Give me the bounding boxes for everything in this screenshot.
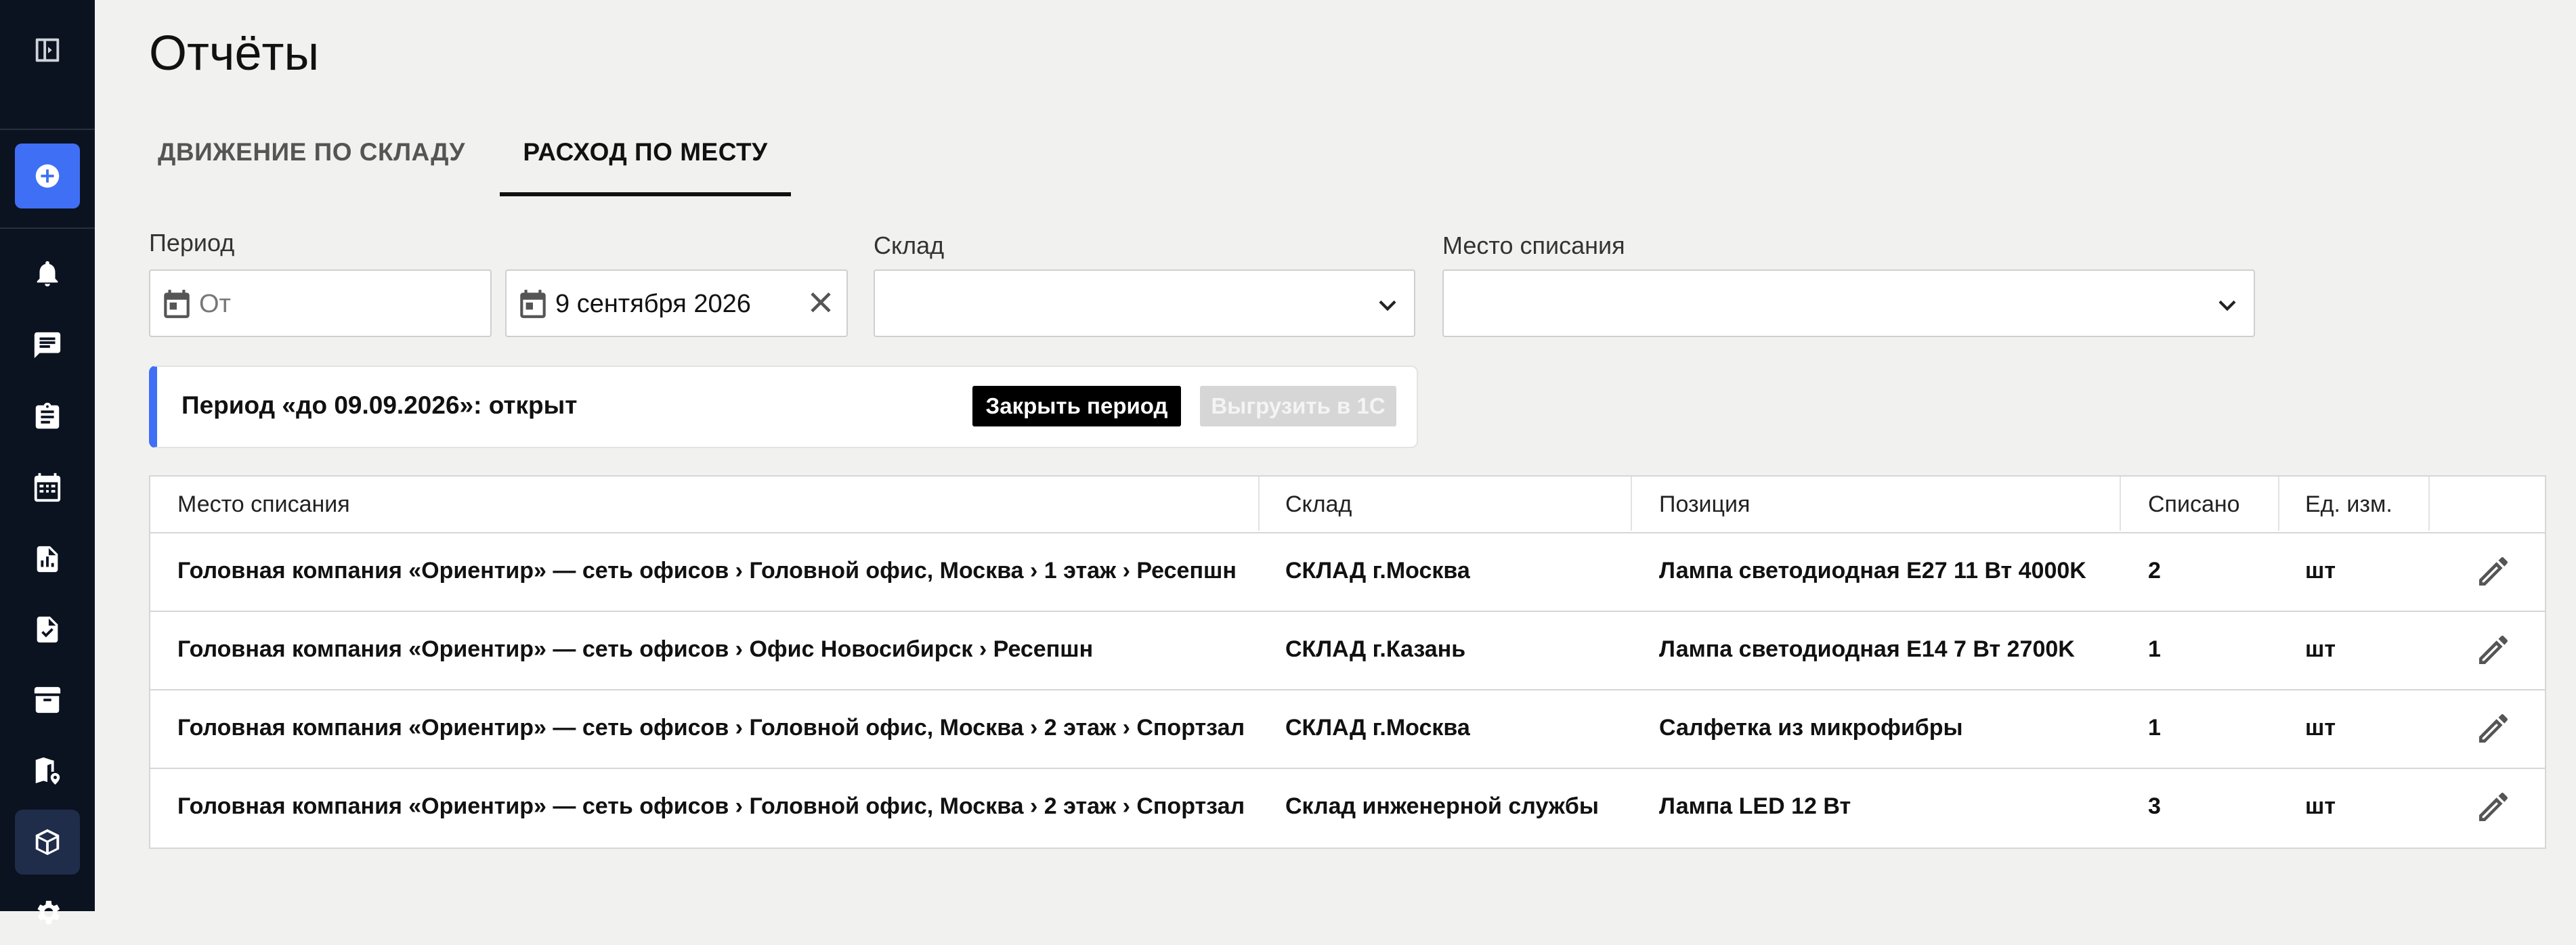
warehouse-select[interactable] (874, 269, 1415, 337)
cell-warehouse: СКЛАД г.Москва (1285, 715, 1470, 741)
column-header-warehouse[interactable]: Склад (1285, 491, 1352, 518)
cell-item: Салфетка из микрофибры (1659, 715, 1963, 741)
cell-item: Лампа светодиодная E14 7 Вт 2700K (1659, 636, 2075, 662)
sidebar-item-archive[interactable] (15, 667, 80, 732)
calendar-icon (516, 287, 550, 321)
calendar-icon (34, 472, 61, 502)
sidebar-item-warehouse[interactable] (15, 810, 80, 875)
pencil-icon[interactable] (2474, 788, 2512, 826)
column-header-item[interactable]: Позиция (1659, 491, 1750, 518)
cell-item: Лампа LED 12 Вт (1659, 793, 1851, 819)
column-header-unit[interactable]: Ед. изм. (2305, 491, 2392, 518)
sidebar-item-settings[interactable] (15, 880, 80, 945)
box-icon (35, 829, 60, 856)
sidebar-item-checklists[interactable] (15, 597, 80, 662)
clear-icon[interactable] (802, 286, 840, 324)
panel-toggle-icon[interactable] (15, 18, 80, 83)
cell-unit: шт (2305, 793, 2336, 819)
clipboard-icon (35, 402, 60, 429)
column-divider (2428, 477, 2430, 531)
table-row[interactable]: Головная компания «Ориентир» — сеть офис… (150, 689, 2545, 769)
period-label: Период (149, 229, 235, 257)
pencil-icon[interactable] (2474, 709, 2512, 747)
table-row[interactable]: Головная компания «Ориентир» — сеть офис… (150, 532, 2545, 612)
cell-place: Головная компания «Ориентир» — сеть офис… (177, 636, 1094, 662)
close-period-button[interactable]: Закрыть период (972, 386, 1181, 426)
table-row[interactable]: Головная компания «Ориентир» — сеть офис… (150, 611, 2545, 690)
sidebar-divider (0, 227, 95, 229)
period-status-text: Период «до 09.09.2026»: открыт (181, 391, 578, 419)
place-select[interactable] (1442, 269, 2255, 337)
chevron-down-icon (2210, 288, 2244, 322)
pencil-icon[interactable] (2474, 552, 2512, 590)
tab-consumption-by-place[interactable]: РАСХОД ПО МЕСТУ (500, 122, 791, 196)
report-icon (37, 546, 58, 573)
bell-icon (37, 261, 58, 287)
cell-unit: шт (2305, 636, 2336, 662)
chevron-down-icon (1371, 288, 1404, 322)
date-from-input[interactable]: От (149, 269, 492, 337)
add-button[interactable] (15, 144, 80, 208)
column-divider (2120, 477, 2121, 531)
table-row[interactable]: Головная компания «Ориентир» — сеть офис… (150, 768, 2545, 846)
calendar-icon (160, 287, 194, 321)
sidebar-item-tasks[interactable] (15, 384, 80, 449)
sidebar-divider (0, 129, 95, 130)
cell-warehouse: СКЛАД г.Москва (1285, 558, 1470, 584)
map-icon (35, 757, 60, 785)
column-divider (2278, 477, 2279, 531)
table-header: Место списания Склад Позиция Списано Ед.… (150, 477, 2545, 533)
column-header-place[interactable]: Место списания (177, 491, 350, 518)
column-divider (1631, 477, 1632, 531)
export-1c-button[interactable]: Выгрузить в 1С (1200, 386, 1396, 426)
cell-place: Головная компания «Ориентир» — сеть офис… (177, 793, 1245, 819)
consumption-table: Место списания Склад Позиция Списано Ед.… (149, 475, 2546, 849)
page-title: Отчёты (149, 26, 320, 81)
cell-qty: 3 (2148, 793, 2161, 819)
add-icon (35, 164, 60, 188)
cell-warehouse: СКЛАД г.Казань (1285, 636, 1466, 662)
sidebar-item-reports[interactable] (15, 527, 80, 592)
sidebar-item-calendar[interactable] (15, 455, 80, 520)
sidebar-item-map[interactable] (15, 738, 80, 803)
warehouse-label: Склад (874, 232, 945, 259)
cell-qty: 1 (2148, 715, 2161, 741)
place-label: Место списания (1442, 232, 1625, 259)
cell-item: Лампа светодиодная E27 11 Вт 4000K (1659, 558, 2086, 584)
cell-place: Головная компания «Ориентир» — сеть офис… (177, 558, 1237, 584)
cell-warehouse: Склад инженерной службы (1285, 793, 1599, 819)
date-to-input[interactable]: 9 сентября 2026 (505, 269, 848, 337)
settings-icon (37, 900, 60, 925)
cell-unit: шт (2305, 715, 2336, 741)
period-status-banner: Период «до 09.09.2026»: открыт Закрыть п… (149, 366, 1418, 448)
cell-qty: 1 (2148, 636, 2161, 662)
column-divider (1258, 477, 1260, 531)
cell-qty: 2 (2148, 558, 2161, 584)
sidebar (0, 0, 95, 925)
checklist-icon (37, 616, 58, 643)
cell-place: Головная компания «Ориентир» — сеть офис… (177, 715, 1245, 741)
cell-unit: шт (2305, 558, 2336, 584)
date-to-value: 9 сентября 2026 (555, 290, 751, 318)
tabs: ДВИЖЕНИЕ ПО СКЛАДУ РАСХОД ПО МЕСТУ (149, 122, 962, 196)
chat-icon (34, 332, 61, 359)
sidebar-item-notifications[interactable] (15, 241, 80, 306)
archive-icon (34, 686, 61, 713)
column-header-qty[interactable]: Списано (2148, 491, 2240, 518)
sidebar-item-messages[interactable] (15, 313, 80, 378)
tab-warehouse-movement[interactable]: ДВИЖЕНИЕ ПО СКЛАДУ (149, 122, 474, 196)
pencil-icon[interactable] (2474, 631, 2512, 669)
date-from-placeholder: От (199, 290, 231, 318)
